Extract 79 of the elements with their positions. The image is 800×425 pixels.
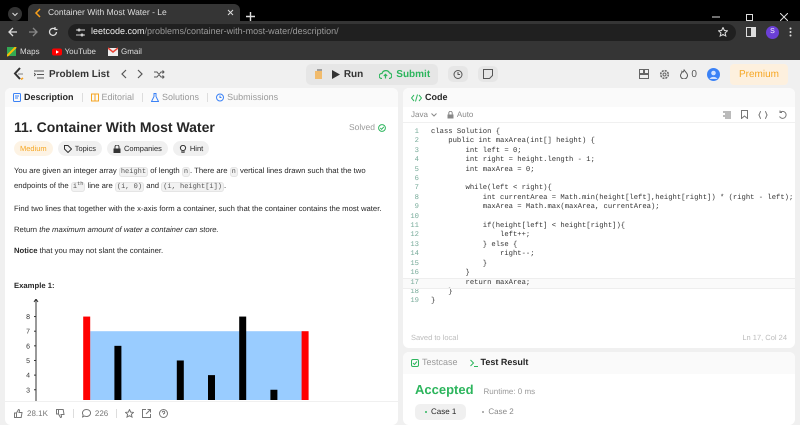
play-icon — [52, 46, 62, 56]
play-icon — [332, 70, 340, 78]
tag-icon — [64, 144, 72, 152]
help-icon[interactable] — [159, 409, 168, 418]
close-icon[interactable] — [227, 9, 234, 16]
reset-icon[interactable] — [778, 110, 787, 119]
panel-tab[interactable]: Code — [411, 90, 448, 104]
comment-icon — [82, 409, 91, 418]
terminal-icon — [470, 359, 478, 367]
back-icon[interactable] — [8, 27, 18, 37]
auto-mode[interactable]: Auto — [446, 108, 474, 120]
url-text: leetcode.com/problems/container-with-most-water/description/ — [91, 25, 340, 38]
history-icon — [216, 93, 224, 102]
bookmark-star-icon[interactable] — [718, 27, 728, 37]
run-button[interactable]: Run — [332, 66, 364, 82]
panel-tab[interactable]: Description — [13, 90, 74, 104]
new-tab-icon[interactable] — [246, 12, 255, 21]
braces-icon[interactable] — [758, 110, 768, 118]
verdict-text: Accepted — [415, 381, 474, 399]
thumbs-up-icon — [14, 409, 23, 418]
alarm-icon — [453, 69, 464, 79]
check-circle-icon — [378, 124, 386, 132]
bookmark-link[interactable]: Gmail — [108, 46, 142, 58]
language-select[interactable]: Java — [411, 108, 437, 120]
star-icon[interactable] — [125, 409, 134, 418]
code-icon — [411, 94, 422, 102]
cloud-upload-icon — [379, 69, 392, 79]
tab-title: Container With Most Water - Le — [48, 6, 168, 19]
case-tab[interactable]: Case 1 — [415, 404, 466, 420]
note-icon — [483, 69, 494, 79]
runtime-text: Runtime: 0 ms — [484, 386, 536, 398]
solved-status: Solved — [349, 121, 386, 134]
share-icon[interactable] — [142, 409, 152, 418]
bar — [208, 375, 215, 400]
description-icon — [13, 93, 21, 102]
browser-tab[interactable]: Container With Most Water - Le — [28, 4, 240, 21]
panel-tab[interactable]: Test Result — [470, 356, 528, 370]
restore-icon[interactable] — [746, 13, 754, 21]
reload-icon[interactable] — [48, 27, 58, 37]
problem-title: 11. Container With Most Water — [14, 121, 216, 134]
logo-icon[interactable] — [12, 67, 24, 81]
format-icon[interactable] — [723, 110, 731, 118]
bookmark-link[interactable]: YouTube — [52, 46, 96, 58]
mail-icon — [108, 46, 118, 56]
close-window-icon[interactable] — [780, 13, 788, 21]
settings-icon[interactable] — [659, 68, 670, 80]
list-icon — [34, 70, 44, 78]
menu-icon[interactable] — [789, 27, 792, 37]
layout-icon[interactable] — [639, 69, 650, 79]
forward-icon[interactable] — [28, 27, 38, 37]
checkbox-icon — [411, 359, 419, 367]
timer-button[interactable] — [448, 66, 468, 82]
map-icon — [7, 46, 17, 56]
lock-icon — [112, 144, 121, 152]
notes-button[interactable] — [478, 66, 498, 82]
flask-icon — [151, 93, 160, 102]
chevron-down-icon — [430, 112, 437, 116]
like-button[interactable]: 28.1K — [14, 408, 48, 420]
streak-counter[interactable]: 0 — [680, 66, 697, 82]
bookmark-link[interactable]: Maps — [7, 46, 40, 58]
bookmark-icon[interactable] — [741, 110, 748, 119]
previous-icon[interactable] — [120, 69, 127, 79]
book-icon — [90, 93, 99, 102]
bar — [302, 331, 309, 400]
lock-icon — [446, 110, 454, 118]
thumbs-down-icon[interactable] — [56, 409, 65, 418]
problem-list-link[interactable]: Problem List — [34, 66, 110, 82]
case-tab[interactable]: Case 2 — [472, 404, 524, 420]
tab-search-icon[interactable] — [8, 7, 22, 21]
address-bar[interactable]: leetcode.com/problems/container-with-most-water/description/ — [68, 24, 736, 40]
site-icon — [34, 8, 43, 18]
comments-button[interactable]: 226 — [82, 408, 108, 420]
site-settings-icon[interactable] — [76, 28, 85, 36]
lightbulb-icon — [178, 144, 187, 152]
shuffle-icon[interactable] — [154, 70, 165, 78]
side-panel-icon[interactable] — [746, 27, 756, 37]
next-icon[interactable] — [136, 69, 144, 79]
avatar-icon[interactable] — [706, 68, 720, 80]
flame-icon — [680, 69, 688, 79]
